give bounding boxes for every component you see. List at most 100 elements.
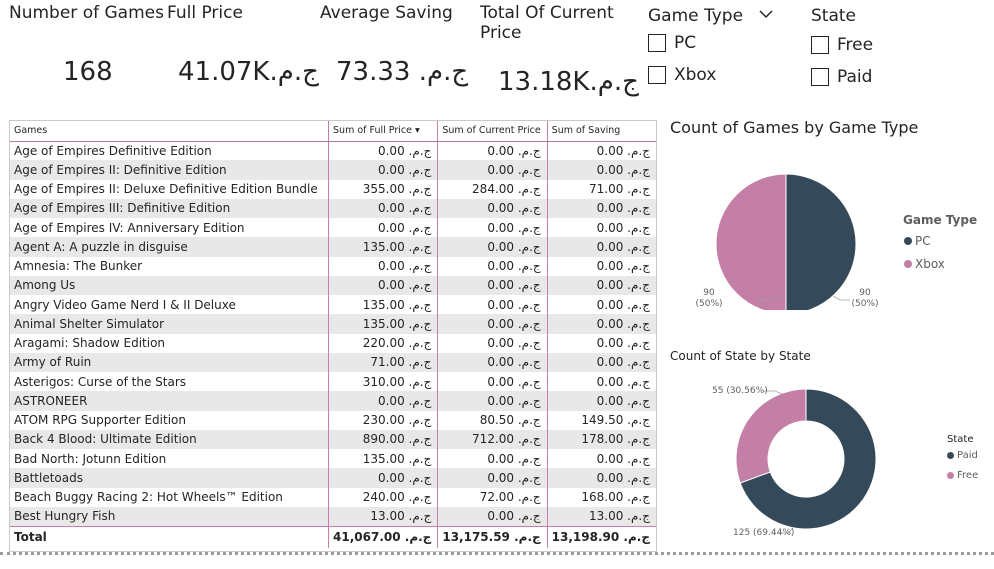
- column-header-saving[interactable]: Sum of Saving: [546, 121, 656, 142]
- legend-label: Xbox: [915, 257, 945, 271]
- cell-full-price: 0.00 .ج.م: [328, 391, 438, 411]
- cell-full-price: 135.00 .ج.م: [328, 295, 438, 315]
- pie-slice-pc[interactable]: [785, 173, 857, 310]
- table-row[interactable]: Angry Video Game Nerd I & II Deluxe 135.0…: [10, 295, 656, 315]
- state-option-paid[interactable]: Paid: [811, 66, 872, 88]
- cell-current-price: 712.00 .ج.م: [437, 429, 548, 449]
- checkbox[interactable]: [811, 36, 829, 54]
- table-row[interactable]: Aragami: Shadow Edition 220.00 .ج.م 0.00 .…: [10, 333, 656, 353]
- game-type-option-xbox[interactable]: Xbox: [648, 64, 716, 86]
- cell-current-price: 0.00 .ج.م: [437, 449, 548, 469]
- column-header-full-price[interactable]: Sum of Full Price ▾: [328, 121, 438, 142]
- chevron-down-icon[interactable]: [759, 9, 773, 19]
- cell-current-price: 0.00 .ج.م: [437, 391, 548, 411]
- table-row[interactable]: Amnesia: The Bunker 0.00 .ج.م 0.00 .ج.م 0.0…: [10, 256, 656, 276]
- column-header-current-price[interactable]: Sum of Current Price: [437, 121, 548, 142]
- column-header-games[interactable]: Games: [10, 121, 329, 142]
- kpi-full-price-title: Full Price: [167, 3, 243, 23]
- cell-current-price: 0.00 .ج.م: [437, 333, 548, 353]
- table-row[interactable]: Agent A: A puzzle in disguise 135.00 .ج.م…: [10, 237, 656, 257]
- cell-current-price: 0.00 .ج.م: [437, 314, 548, 334]
- cell-saving: 71.00 .ج.م: [546, 179, 656, 199]
- cell-full-price: 13.00 .ج.م: [328, 506, 438, 526]
- table-row[interactable]: Among Us 0.00 .ج.م 0.00 .ج.م 0.00 .ج.م: [10, 275, 656, 295]
- cell-full-price: 220.00 .ج.م: [328, 333, 438, 353]
- legend-marker: [904, 260, 912, 268]
- cell-game-name: Age of Empires III: Definitive Edition: [10, 198, 329, 218]
- state-donut-chart: [735, 388, 877, 534]
- table-row[interactable]: Back 4 Blood: Ultimate Edition 890.00 .ج.…: [10, 429, 656, 449]
- cell-full-price: 230.00 .ج.م: [328, 410, 438, 430]
- cell-game-name: Battletoads: [10, 468, 329, 488]
- cell-saving: 0.00 .ج.م: [546, 237, 656, 257]
- cell-game-name: Back 4 Blood: Ultimate Edition: [10, 429, 329, 449]
- table-row[interactable]: Animal Shelter Simulator 135.00 .ج.م 0.00 …: [10, 314, 656, 334]
- cell-saving: 178.00 .ج.م: [546, 429, 656, 449]
- cell-full-price: 890.00 .ج.م: [328, 429, 438, 449]
- pie-slice-xbox[interactable]: [715, 173, 787, 310]
- cell-current-price: 0.00 .ج.م: [437, 237, 548, 257]
- table-header-row: Games Sum of Full Price ▾ Sum of Current…: [10, 121, 656, 142]
- legend-item-free[interactable]: Free: [947, 470, 978, 481]
- table-row[interactable]: Age of Empires Definitive Edition 0.00 .ج…: [10, 141, 656, 161]
- table-row[interactable]: ATOM RPG Supporter Edition 230.00 .ج.م 80.…: [10, 410, 656, 430]
- cell-saving: 0.00 .ج.م: [546, 275, 656, 295]
- cell-current-price: 284.00 .ج.م: [437, 179, 548, 199]
- cell-saving: 0.00 .ج.م: [546, 391, 656, 411]
- cell-full-price: 0.00 .ج.م: [328, 160, 438, 180]
- legend-item-xbox[interactable]: Xbox: [904, 257, 945, 271]
- cell-saving: 0.00 .ج.م: [546, 198, 656, 218]
- cell-current-price: 0.00 .ج.م: [437, 218, 548, 238]
- cell-saving: 13.00 .ج.م: [546, 506, 656, 526]
- checkbox[interactable]: [648, 34, 666, 52]
- cell-game-name: Among Us: [10, 275, 329, 295]
- games-by-type-chart-title: Count of Games by Game Type: [670, 118, 919, 137]
- table-row[interactable]: Best Hungry Fish 13.00 .ج.م 0.00 .ج.م 13.00…: [10, 506, 656, 526]
- donut-slice-free[interactable]: [735, 388, 807, 484]
- games-table: Games Sum of Full Price ▾ Sum of Current…: [9, 120, 657, 552]
- cell-total-full-price: 41,067.00 .ج.م: [328, 525, 438, 548]
- cell-game-name: Beach Buggy Racing 2: Hot Wheels™ Editio…: [14, 490, 283, 505]
- cell-saving: 0.00 .ج.م: [546, 218, 656, 238]
- cell-game-name: ATOM RPG Supporter Edition: [14, 413, 186, 428]
- table-row[interactable]: Asterigos: Curse of the Stars 310.00 .ج.م…: [10, 372, 656, 392]
- legend-marker: [904, 237, 912, 245]
- game-type-option-pc[interactable]: PC: [648, 32, 696, 54]
- donut-data-label-free: 55 (30.56%): [712, 386, 768, 396]
- table-row[interactable]: Army of Ruin 71.00 .ج.م 0.00 .ج.م 0.00 .ج.م: [10, 352, 656, 372]
- kpi-current-price-title: Total Of Current Price: [480, 3, 614, 43]
- legend-item-paid[interactable]: Paid: [947, 450, 978, 461]
- game-type-slicer-title: Game Type: [648, 6, 744, 26]
- table-row[interactable]: Battletoads 0.00 .ج.م 0.00 .ج.م 0.00 .ج.م: [10, 468, 656, 488]
- donut-data-label-paid: 125 (69.44%): [733, 528, 795, 538]
- cell-current-price: 0.00 .ج.م: [437, 256, 548, 276]
- table-row[interactable]: Beach Buggy Racing 2: Hot Wheels™ Editio…: [10, 487, 656, 507]
- option-label: Paid: [837, 67, 873, 87]
- table-row[interactable]: Bad North: Jotunn Edition 135.00 .ج.م 0.00…: [10, 449, 656, 469]
- table-row[interactable]: Age of Empires II: Deluxe Definitive Edi…: [10, 179, 656, 199]
- pie-data-label-xbox: 90 (50%): [695, 288, 723, 309]
- table-total-row: Total 41,067.00 .ج.م 13,175.59 .ج.م 13,198.…: [10, 525, 656, 548]
- legend-label: Free: [957, 470, 979, 481]
- column-header-label: Sum of Full Price: [333, 125, 412, 137]
- cell-game-name: Age of Empires Definitive Edition: [14, 143, 212, 158]
- leader-line: [832, 295, 850, 301]
- cell-full-price: 0.00 .ج.م: [328, 256, 438, 276]
- table-row[interactable]: Age of Empires II: Definitive Edition 0.0…: [10, 160, 656, 180]
- table-row[interactable]: Age of Empires III: Definitive Edition 0.…: [10, 198, 656, 218]
- cell-saving: 0.00 .ج.م: [546, 295, 656, 315]
- cell-current-price: 80.50 .ج.م: [437, 410, 548, 430]
- cell-current-price: 72.00 .ج.م: [437, 487, 548, 507]
- cell-game-name: ASTRONEER: [10, 391, 329, 411]
- checkbox[interactable]: [811, 68, 829, 86]
- cell-game-name: Age of Empires II: Deluxe Definitive Edi…: [14, 182, 318, 197]
- cell-game-name: Angry Video Game Nerd I & II Deluxe: [14, 297, 236, 312]
- table-row[interactable]: ASTRONEER 0.00 .ج.م 0.00 .ج.م 0.00 .ج.م: [10, 391, 656, 411]
- cell-current-price: 0.00 .ج.م: [437, 372, 548, 392]
- checkbox[interactable]: [648, 66, 666, 84]
- table-row[interactable]: Age of Empires IV: Anniversary Edition 0.…: [10, 218, 656, 238]
- state-option-free[interactable]: Free: [811, 34, 873, 56]
- legend-item-pc[interactable]: PC: [904, 234, 931, 248]
- cell-full-price: 0.00 .ج.م: [328, 468, 438, 488]
- cell-current-price: 0.00 .ج.م: [437, 141, 548, 161]
